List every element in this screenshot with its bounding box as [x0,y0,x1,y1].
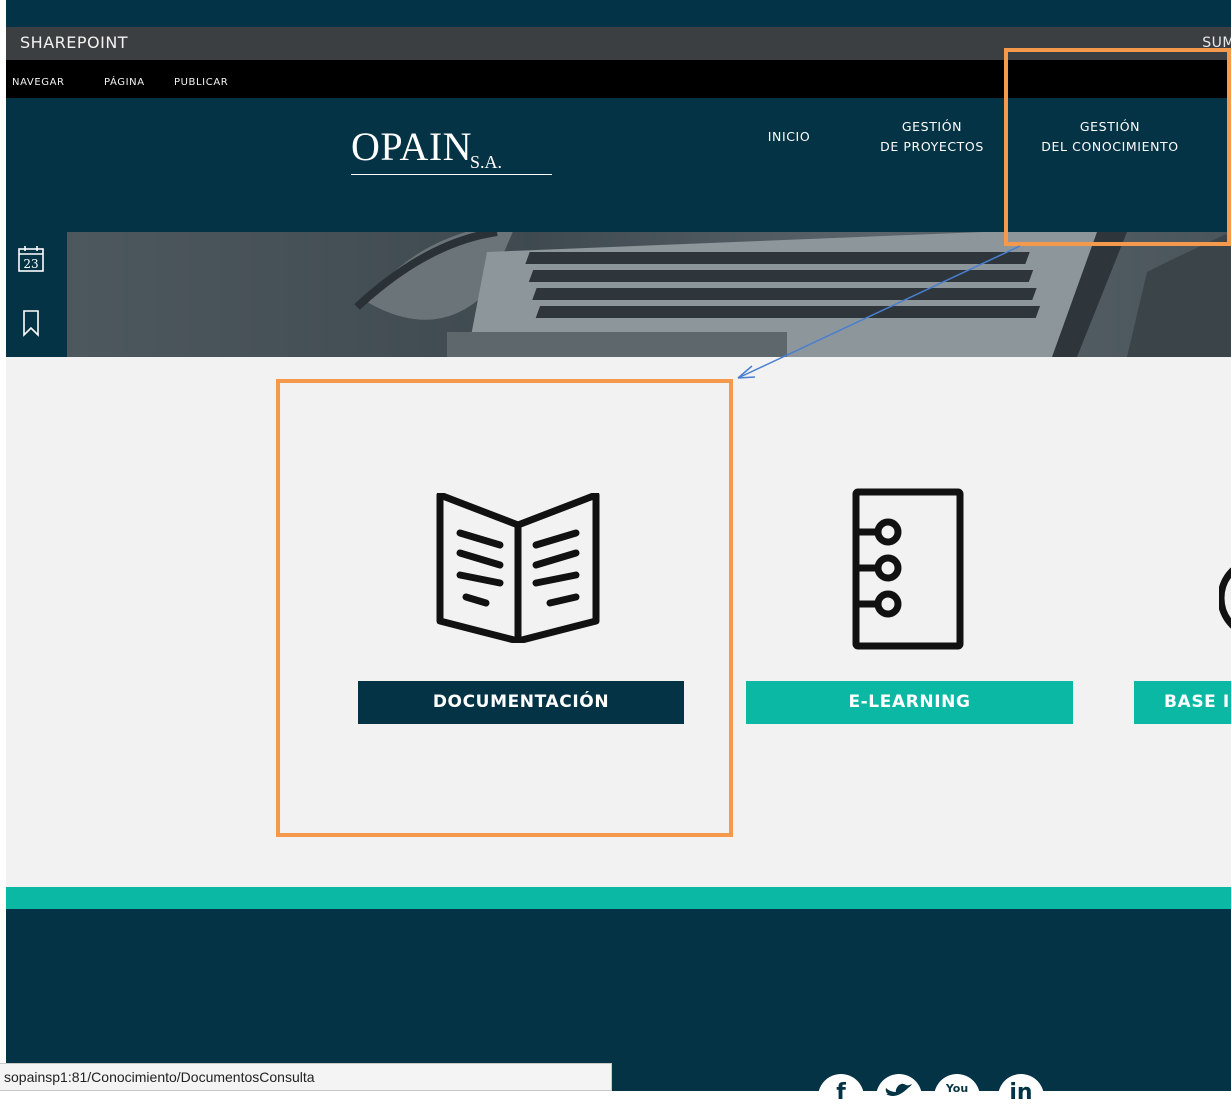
nav-inicio-label: INICIO [767,129,811,144]
facebook-icon[interactable]: f [818,1074,864,1120]
site-logo[interactable]: OPAIN [351,127,472,167]
logo-underline [351,174,552,175]
youtube-icon[interactable]: You [934,1074,980,1120]
notebook-icon[interactable] [848,488,966,650]
nav-gestion-proyectos[interactable]: GESTIÓN DE PROYECTOS [862,117,1002,157]
footer-teal-band [6,887,1231,909]
site-logo-suffix: S.A. [470,152,503,172]
suite-bar-title[interactable]: SHAREPOINT [20,33,128,52]
linkedin-glyph: in [1009,1080,1033,1105]
nav-gestion-proyectos-line2: DE PROYECTOS [880,139,984,154]
partial-icon[interactable] [1219,553,1231,643]
twitter-icon[interactable] [876,1074,922,1120]
facebook-glyph: f [836,1080,846,1105]
elearning-button[interactable]: E-LEARNING [746,681,1073,724]
ribbon-tab-pagina[interactable]: PÁGINA [104,77,145,88]
ribbon-tab-publicar[interactable]: PUBLICAR [174,77,228,88]
youtube-glyph: You [945,1082,969,1095]
hero-banner-image [67,232,1231,357]
highlight-box-documentacion [276,379,733,837]
top-padding-bar [6,0,1231,27]
ribbon-tab-navegar[interactable]: NAVEGAR [12,77,65,88]
browser-status-url: sopainsp1:81/Conocimiento/DocumentosCons… [0,1063,612,1091]
linkedin-icon[interactable]: in [998,1074,1044,1120]
laptop-keyboard-illustration [354,232,1231,357]
base-button[interactable]: BASE I [1134,681,1231,724]
nav-gestion-proyectos-line1: GESTIÓN [901,119,963,134]
calendar-icon[interactable]: 23 [16,244,46,274]
nav-inicio[interactable]: INICIO [754,127,824,147]
highlight-box-nav [1004,48,1231,246]
bookmark-icon[interactable] [16,308,46,338]
calendar-day: 23 [23,257,38,271]
